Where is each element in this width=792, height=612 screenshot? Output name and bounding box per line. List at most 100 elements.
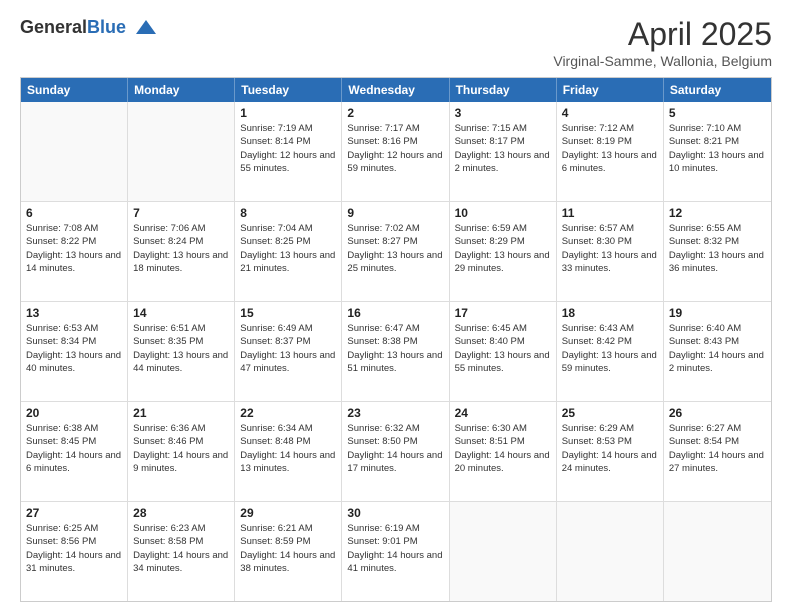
- day-info: Sunrise: 6:32 AM Sunset: 8:50 PM Dayligh…: [347, 422, 443, 475]
- day-number: 21: [133, 406, 229, 420]
- day-info: Sunrise: 7:04 AM Sunset: 8:25 PM Dayligh…: [240, 222, 336, 275]
- day-number: 3: [455, 106, 551, 120]
- calendar-cell: 6 Sunrise: 7:08 AM Sunset: 8:22 PM Daylig…: [21, 202, 128, 301]
- day-info: Sunrise: 7:19 AM Sunset: 8:14 PM Dayligh…: [240, 122, 336, 175]
- day-info: Sunrise: 6:55 AM Sunset: 8:32 PM Dayligh…: [669, 222, 766, 275]
- day-number: 11: [562, 206, 658, 220]
- day-number: 17: [455, 306, 551, 320]
- day-info: Sunrise: 7:06 AM Sunset: 8:24 PM Dayligh…: [133, 222, 229, 275]
- logo-general-text: General: [20, 17, 87, 37]
- day-info: Sunrise: 6:27 AM Sunset: 8:54 PM Dayligh…: [669, 422, 766, 475]
- calendar-cell: [557, 502, 664, 601]
- calendar-cell: 1 Sunrise: 7:19 AM Sunset: 8:14 PM Daylig…: [235, 102, 342, 201]
- day-number: 24: [455, 406, 551, 420]
- day-number: 19: [669, 306, 766, 320]
- day-info: Sunrise: 6:49 AM Sunset: 8:37 PM Dayligh…: [240, 322, 336, 375]
- day-info: Sunrise: 6:45 AM Sunset: 8:40 PM Dayligh…: [455, 322, 551, 375]
- calendar-cell: 2 Sunrise: 7:17 AM Sunset: 8:16 PM Daylig…: [342, 102, 449, 201]
- calendar-cell: 22 Sunrise: 6:34 AM Sunset: 8:48 PM Dayli…: [235, 402, 342, 501]
- day-number: 28: [133, 506, 229, 520]
- calendar-cell: [21, 102, 128, 201]
- day-info: Sunrise: 6:47 AM Sunset: 8:38 PM Dayligh…: [347, 322, 443, 375]
- day-info: Sunrise: 6:19 AM Sunset: 9:01 PM Dayligh…: [347, 522, 443, 575]
- calendar-header-cell: Monday: [128, 78, 235, 102]
- calendar-cell: [450, 502, 557, 601]
- calendar-header-cell: Tuesday: [235, 78, 342, 102]
- day-info: Sunrise: 6:51 AM Sunset: 8:35 PM Dayligh…: [133, 322, 229, 375]
- day-number: 7: [133, 206, 229, 220]
- day-info: Sunrise: 7:17 AM Sunset: 8:16 PM Dayligh…: [347, 122, 443, 175]
- calendar-header-cell: Thursday: [450, 78, 557, 102]
- day-number: 4: [562, 106, 658, 120]
- logo: GeneralBlue: [20, 16, 158, 40]
- day-number: 1: [240, 106, 336, 120]
- day-info: Sunrise: 6:29 AM Sunset: 8:53 PM Dayligh…: [562, 422, 658, 475]
- subtitle: Virginal-Samme, Wallonia, Belgium: [553, 53, 772, 69]
- calendar-cell: 26 Sunrise: 6:27 AM Sunset: 8:54 PM Dayli…: [664, 402, 771, 501]
- day-info: Sunrise: 7:15 AM Sunset: 8:17 PM Dayligh…: [455, 122, 551, 175]
- day-number: 12: [669, 206, 766, 220]
- calendar-cell: 4 Sunrise: 7:12 AM Sunset: 8:19 PM Daylig…: [557, 102, 664, 201]
- day-info: Sunrise: 6:36 AM Sunset: 8:46 PM Dayligh…: [133, 422, 229, 475]
- logo-blue-text: Blue: [87, 17, 126, 37]
- day-number: 10: [455, 206, 551, 220]
- calendar-header: SundayMondayTuesdayWednesdayThursdayFrid…: [21, 78, 771, 102]
- calendar-cell: 30 Sunrise: 6:19 AM Sunset: 9:01 PM Dayli…: [342, 502, 449, 601]
- calendar-cell: 18 Sunrise: 6:43 AM Sunset: 8:42 PM Dayli…: [557, 302, 664, 401]
- day-info: Sunrise: 6:25 AM Sunset: 8:56 PM Dayligh…: [26, 522, 122, 575]
- day-number: 14: [133, 306, 229, 320]
- calendar-header-cell: Wednesday: [342, 78, 449, 102]
- day-info: Sunrise: 6:30 AM Sunset: 8:51 PM Dayligh…: [455, 422, 551, 475]
- day-number: 30: [347, 506, 443, 520]
- day-info: Sunrise: 7:08 AM Sunset: 8:22 PM Dayligh…: [26, 222, 122, 275]
- day-info: Sunrise: 6:40 AM Sunset: 8:43 PM Dayligh…: [669, 322, 766, 375]
- day-info: Sunrise: 6:38 AM Sunset: 8:45 PM Dayligh…: [26, 422, 122, 475]
- calendar-cell: 5Sunrise: 7:10 AM Sunset: 8:21 PM Daylig…: [664, 102, 771, 201]
- calendar-cell: 12 Sunrise: 6:55 AM Sunset: 8:32 PM Dayli…: [664, 202, 771, 301]
- calendar-cell: 20Sunrise: 6:38 AM Sunset: 8:45 PM Dayli…: [21, 402, 128, 501]
- day-number: 22: [240, 406, 336, 420]
- day-number: 18: [562, 306, 658, 320]
- calendar-row: 20Sunrise: 6:38 AM Sunset: 8:45 PM Dayli…: [21, 401, 771, 501]
- calendar-row: 27Sunrise: 6:25 AM Sunset: 8:56 PM Dayli…: [21, 501, 771, 601]
- calendar-body: 1 Sunrise: 7:19 AM Sunset: 8:14 PM Daylig…: [21, 102, 771, 601]
- title-block: April 2025 Virginal-Samme, Wallonia, Bel…: [553, 16, 772, 69]
- day-info: Sunrise: 6:34 AM Sunset: 8:48 PM Dayligh…: [240, 422, 336, 475]
- calendar-header-cell: Friday: [557, 78, 664, 102]
- day-info: Sunrise: 6:53 AM Sunset: 8:34 PM Dayligh…: [26, 322, 122, 375]
- day-number: 2: [347, 106, 443, 120]
- calendar-cell: 11 Sunrise: 6:57 AM Sunset: 8:30 PM Dayli…: [557, 202, 664, 301]
- day-number: 25: [562, 406, 658, 420]
- day-number: 23: [347, 406, 443, 420]
- day-info: Sunrise: 7:02 AM Sunset: 8:27 PM Dayligh…: [347, 222, 443, 275]
- calendar-cell: 7 Sunrise: 7:06 AM Sunset: 8:24 PM Daylig…: [128, 202, 235, 301]
- day-number: 6: [26, 206, 122, 220]
- day-number: 29: [240, 506, 336, 520]
- calendar-cell: 17 Sunrise: 6:45 AM Sunset: 8:40 PM Dayli…: [450, 302, 557, 401]
- calendar-cell: 8 Sunrise: 7:04 AM Sunset: 8:25 PM Daylig…: [235, 202, 342, 301]
- calendar-cell: 29 Sunrise: 6:21 AM Sunset: 8:59 PM Dayli…: [235, 502, 342, 601]
- calendar-cell: 3 Sunrise: 7:15 AM Sunset: 8:17 PM Daylig…: [450, 102, 557, 201]
- calendar-row: 13 Sunrise: 6:53 AM Sunset: 8:34 PM Dayli…: [21, 301, 771, 401]
- calendar: SundayMondayTuesdayWednesdayThursdayFrid…: [20, 77, 772, 602]
- calendar-row: 1 Sunrise: 7:19 AM Sunset: 8:14 PM Daylig…: [21, 102, 771, 201]
- day-info: Sunrise: 6:57 AM Sunset: 8:30 PM Dayligh…: [562, 222, 658, 275]
- day-number: 13: [26, 306, 122, 320]
- day-number: 16: [347, 306, 443, 320]
- logo-icon: [134, 16, 158, 40]
- calendar-cell: 16 Sunrise: 6:47 AM Sunset: 8:38 PM Dayli…: [342, 302, 449, 401]
- day-info: Sunrise: 6:21 AM Sunset: 8:59 PM Dayligh…: [240, 522, 336, 575]
- calendar-cell: 27Sunrise: 6:25 AM Sunset: 8:56 PM Dayli…: [21, 502, 128, 601]
- calendar-cell: 24 Sunrise: 6:30 AM Sunset: 8:51 PM Dayli…: [450, 402, 557, 501]
- calendar-cell: 9Sunrise: 7:02 AM Sunset: 8:27 PM Daylig…: [342, 202, 449, 301]
- day-number: 8: [240, 206, 336, 220]
- calendar-cell: [128, 102, 235, 201]
- main-title: April 2025: [553, 16, 772, 53]
- day-number: 26: [669, 406, 766, 420]
- calendar-row: 6 Sunrise: 7:08 AM Sunset: 8:22 PM Daylig…: [21, 201, 771, 301]
- day-info: Sunrise: 7:12 AM Sunset: 8:19 PM Dayligh…: [562, 122, 658, 175]
- calendar-cell: 23 Sunrise: 6:32 AM Sunset: 8:50 PM Dayli…: [342, 402, 449, 501]
- calendar-header-cell: Saturday: [664, 78, 771, 102]
- calendar-cell: 28Sunrise: 6:23 AM Sunset: 8:58 PM Dayli…: [128, 502, 235, 601]
- day-info: Sunrise: 6:43 AM Sunset: 8:42 PM Dayligh…: [562, 322, 658, 375]
